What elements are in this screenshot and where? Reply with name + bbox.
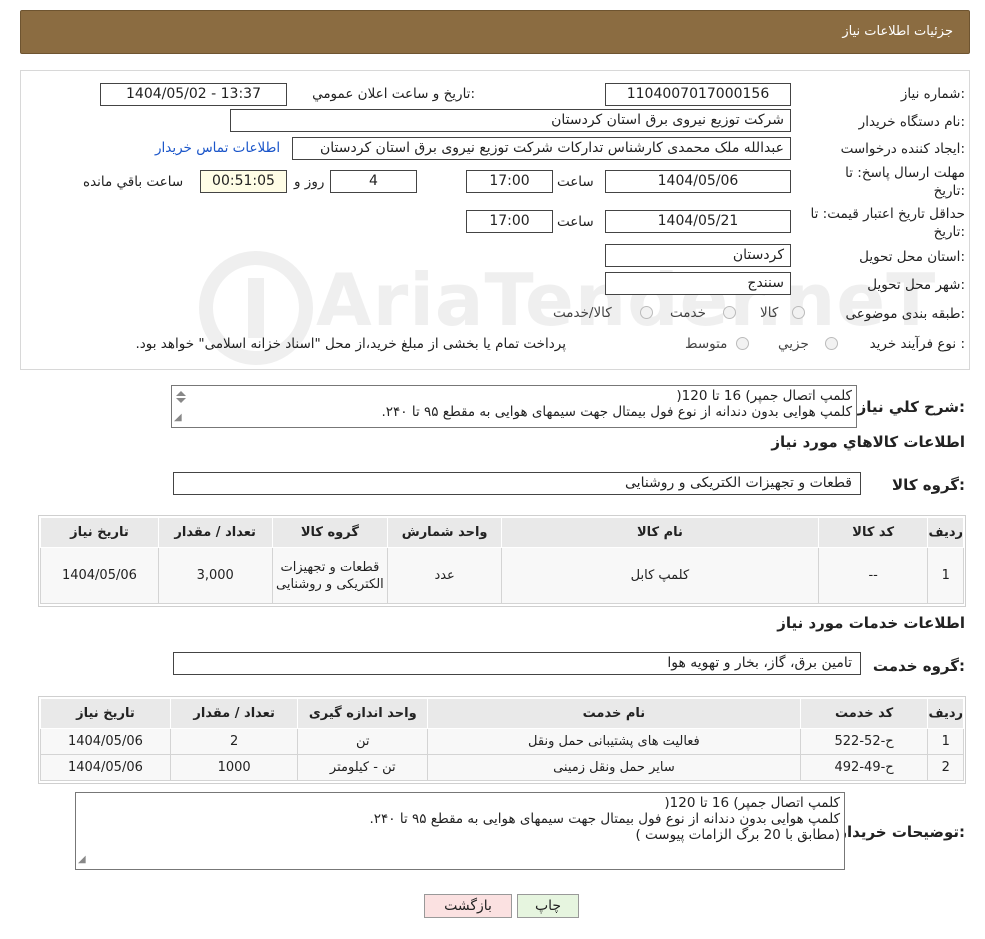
need-number-field[interactable]: 1104007017000156 bbox=[605, 83, 791, 106]
table-row[interactable]: 1 ح-52-522 فعالیت های پشتیبانی حمل ونقل … bbox=[40, 728, 964, 755]
services-group-label: گروه خدمت: bbox=[872, 657, 965, 675]
goods-cell-qty: 3,000 bbox=[157, 547, 273, 604]
services-col-code: کد خدمت bbox=[799, 698, 929, 729]
process-option-minor: جزیي bbox=[778, 336, 809, 352]
goods-col-name: نام کالا bbox=[501, 517, 819, 548]
services-cell-row: 1 bbox=[927, 728, 964, 755]
province-label: استان محل تحویل: bbox=[859, 249, 965, 265]
description-label: شرح کلي نیاز: bbox=[857, 398, 965, 416]
announce-field[interactable]: 1404/05/02 - 13:37 bbox=[100, 83, 287, 106]
goods-cell-date: 1404/05/06 bbox=[40, 547, 159, 604]
resize-grip-icon[interactable]: ◢ bbox=[78, 852, 86, 868]
remaining-label: ساعت باقي مانده bbox=[83, 174, 184, 190]
services-cell-qty: 1000 bbox=[169, 754, 299, 781]
validity-date-field[interactable]: 1404/05/21 bbox=[605, 210, 791, 233]
creator-label: ایجاد کننده درخواست: bbox=[840, 141, 965, 157]
goods-col-qty: تعداد / مقدار bbox=[157, 517, 273, 548]
services-cell-date: 1404/05/06 bbox=[40, 754, 171, 781]
validity-time-field[interactable]: 17:00 bbox=[466, 210, 553, 233]
goods-group-label: گروه کالا: bbox=[892, 476, 965, 494]
validity-label-date: تاریخ: bbox=[933, 224, 965, 240]
services-cell-code: ح-49-492 bbox=[799, 754, 929, 781]
buyer-notes-label: توضیحات خریدار: bbox=[838, 823, 965, 841]
services-section-title: اطلاعات خدمات مورد نیاز bbox=[777, 614, 965, 632]
goods-cell-unit: عدد bbox=[387, 547, 502, 604]
process-radio-minor[interactable] bbox=[825, 337, 838, 350]
category-option-service: خدمت bbox=[670, 305, 706, 321]
back-button[interactable]: بازگشت bbox=[424, 894, 512, 918]
services-cell-row: 2 bbox=[927, 754, 964, 781]
deadline-time-label: ساعت bbox=[557, 174, 594, 190]
services-cell-name: فعالیت های پشتیبانی حمل ونقل bbox=[427, 728, 801, 755]
goods-section-title: اطلاعات کالاهاي مورد نیاز bbox=[771, 433, 965, 451]
category-label: طبقه بندی موضوعی: bbox=[845, 306, 965, 322]
table-row[interactable]: 2 ح-49-492 سایر حمل ونقل زمینی تن - کیلو… bbox=[40, 754, 964, 781]
days-label: روز و bbox=[294, 174, 325, 190]
goods-group-field[interactable]: قطعات و تجهیزات الکتریکی و روشنایی bbox=[173, 472, 861, 495]
goods-cell-name: کلمپ کابل bbox=[501, 547, 819, 604]
print-button[interactable]: چاپ bbox=[517, 894, 579, 918]
services-col-row: ردیف bbox=[927, 698, 964, 729]
goods-col-code: کد کالا bbox=[817, 517, 929, 548]
category-option-goods-service: کالا/خدمت bbox=[553, 305, 612, 321]
description-line-1: کلمپ اتصال جمپر) 16 تا 120( bbox=[676, 388, 852, 404]
remaining-time-field[interactable]: 00:51:05 bbox=[200, 170, 287, 193]
announce-label: تاریخ و ساعت اعلان عمومي: bbox=[312, 86, 475, 102]
process-option-medium: متوسط bbox=[685, 336, 728, 352]
validity-label: حداقل تاریخ اعتبار قیمت: تا bbox=[810, 206, 965, 222]
process-label: نوع فرآیند خرید : bbox=[869, 336, 965, 352]
buyer-notes-line-3: (مطابق با 20 برگ الزامات پیوست ) bbox=[635, 827, 840, 843]
province-field[interactable]: کردستان bbox=[605, 244, 791, 267]
buyer-org-label: نام دستگاه خریدار: bbox=[858, 114, 965, 130]
services-cell-unit: تن - کیلومتر bbox=[297, 754, 429, 781]
services-col-qty: تعداد / مقدار bbox=[169, 698, 299, 729]
deadline-label: مهلت ارسال پاسخ: تا bbox=[845, 165, 965, 181]
services-table: ردیف کد خدمت نام خدمت واحد اندازه گیری ت… bbox=[40, 698, 964, 781]
goods-cell-code: -- bbox=[817, 547, 929, 604]
deadline-date-field[interactable]: 1404/05/06 bbox=[605, 170, 791, 193]
table-row[interactable]: 1 -- کلمپ کابل عدد قطعات و تجهیزات الکتر… bbox=[40, 547, 964, 604]
category-option-goods: کالا bbox=[760, 305, 779, 321]
buyer-org-field[interactable]: شرکت توزیع نیروی برق استان کردستان bbox=[230, 109, 791, 132]
page-header: جزئیات اطلاعات نیاز bbox=[20, 10, 970, 54]
goods-col-unit: واحد شمارش bbox=[387, 517, 502, 548]
goods-col-group: گروه کالا bbox=[271, 517, 389, 548]
category-radio-goods-service[interactable] bbox=[640, 306, 653, 319]
deadline-label-date: تاریخ: bbox=[933, 183, 965, 199]
goods-cell-row: 1 bbox=[927, 547, 964, 604]
services-cell-date: 1404/05/06 bbox=[40, 728, 171, 755]
process-note: پرداخت تمام یا بخشی از مبلغ خرید،از محل … bbox=[135, 336, 566, 352]
goods-cell-group: قطعات و تجهیزات الکتریکی و روشنایی bbox=[271, 547, 389, 604]
category-radio-goods[interactable] bbox=[792, 306, 805, 319]
description-line-2: کلمپ هوایی بدون دندانه از نوع فول بیمتال… bbox=[381, 404, 852, 420]
city-label: شهر محل تحویل: bbox=[867, 277, 965, 293]
validity-time-label: ساعت bbox=[557, 214, 594, 230]
services-col-name: نام خدمت bbox=[427, 698, 801, 729]
goods-col-date: تاریخ نیاز bbox=[40, 517, 159, 548]
services-group-field[interactable]: تامین برق، گاز، بخار و تهویه هوا bbox=[173, 652, 861, 675]
need-number-label: شماره نیاز: bbox=[900, 86, 965, 102]
buyer-contact-link[interactable]: اطلاعات تماس خریدار bbox=[155, 140, 280, 156]
services-cell-name: سایر حمل ونقل زمینی bbox=[427, 754, 801, 781]
description-textarea[interactable]: کلمپ اتصال جمپر) 16 تا 120( کلمپ هوایی ب… bbox=[171, 385, 857, 428]
services-col-date: تاریخ نیاز bbox=[40, 698, 171, 729]
deadline-time-field[interactable]: 17:00 bbox=[466, 170, 553, 193]
days-field[interactable]: 4 bbox=[330, 170, 417, 193]
buyer-notes-textarea[interactable]: کلمپ اتصال جمپر) 16 تا 120( کلمپ هوایی ب… bbox=[75, 792, 845, 870]
page-title: جزئیات اطلاعات نیاز bbox=[842, 24, 953, 39]
services-col-unit: واحد اندازه گیری bbox=[297, 698, 429, 729]
services-cell-code: ح-52-522 bbox=[799, 728, 929, 755]
services-cell-qty: 2 bbox=[169, 728, 299, 755]
buyer-notes-line-1: کلمپ اتصال جمپر) 16 تا 120( bbox=[664, 795, 840, 811]
category-radio-service[interactable] bbox=[723, 306, 736, 319]
services-cell-unit: تن bbox=[297, 728, 429, 755]
creator-field[interactable]: عبدالله ملک محمدی کارشناس تدارکات شرکت ت… bbox=[292, 137, 791, 160]
goods-col-row: ردیف bbox=[927, 517, 964, 548]
buyer-notes-line-2: کلمپ هوایی بدون دندانه از نوع فول بیمتال… bbox=[369, 811, 840, 827]
process-radio-medium[interactable] bbox=[736, 337, 749, 350]
city-field[interactable]: سنندج bbox=[605, 272, 791, 295]
resize-grip-icon[interactable]: ◢ bbox=[174, 410, 182, 426]
goods-table: ردیف کد کالا نام کالا واحد شمارش گروه کا… bbox=[40, 517, 964, 604]
